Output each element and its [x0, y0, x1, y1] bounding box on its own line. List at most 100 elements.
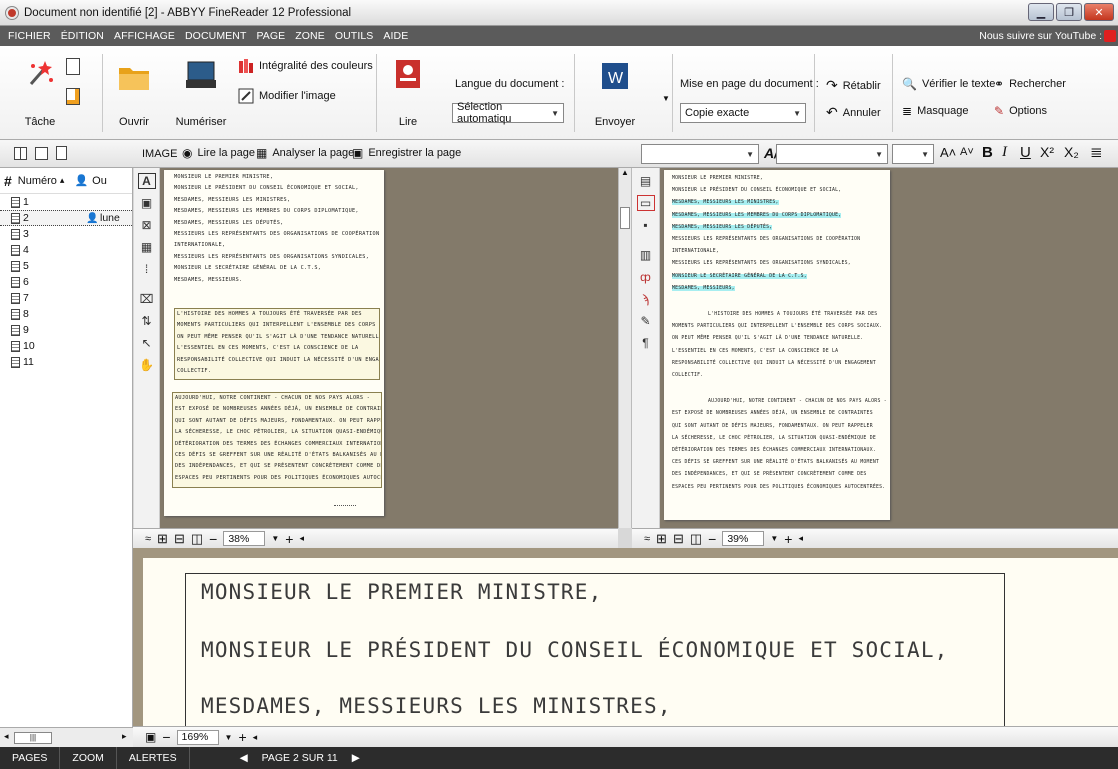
scan-button[interactable]: Numériser	[174, 54, 228, 128]
page-row-4[interactable]: 4	[0, 242, 132, 258]
status-zoom-tab[interactable]: ZOOM	[60, 747, 117, 769]
language-select[interactable]: Sélection automatiqu ▼	[452, 101, 564, 125]
page-row-5[interactable]: 5	[0, 258, 132, 274]
grow-font-icon[interactable]: A˄	[940, 145, 956, 160]
text-line[interactable]: MONSIEUR LE PREMIER MINISTRE,	[672, 176, 763, 181]
save-page-button[interactable]: ▣ Enregistrer la page	[352, 146, 461, 160]
shrink-font-icon[interactable]: A˅	[960, 146, 974, 158]
undo-button[interactable]: ↶ Annuler	[826, 104, 881, 121]
table-area-icon[interactable]: ▦	[138, 239, 156, 255]
text-line[interactable]: MONSIEUR LE PRÉSIDENT DU CONSEIL ÉCONOMI…	[672, 188, 841, 193]
fit-width-icon[interactable]: ⊟	[174, 531, 185, 547]
text-line[interactable]: QUI SONT AUTANT DE DÉFIS MAJEURS, FONDAM…	[672, 424, 873, 429]
scroll-left-icon[interactable]: ◂	[299, 533, 304, 544]
page-row-10[interactable]: 10	[0, 338, 132, 354]
text-pane[interactable]: MONSIEUR LE PREMIER MINISTRE, MONSIEUR LE…	[660, 168, 1118, 528]
read-button[interactable]: Lire	[386, 54, 430, 128]
text-line[interactable]: MESDAMES, MESSIEURS LES MINISTRES,	[672, 200, 779, 206]
status-pages-tab[interactable]: PAGES	[0, 747, 61, 769]
page-frame-icon[interactable]: ▭	[636, 195, 655, 211]
zoom-out-icon[interactable]: −	[708, 531, 716, 547]
text-line[interactable]: ON PEUT MÊME PENSER QU'IL S'AGIT LÀ D'UN…	[672, 336, 863, 341]
page-row-7[interactable]: 7	[0, 290, 132, 306]
scroll-left-icon[interactable]: ◂	[4, 731, 9, 742]
masking-button[interactable]: ≣ Masquage	[902, 104, 968, 118]
reorder-icon[interactable]: ⇅	[138, 313, 156, 329]
text-line[interactable]: EST EXPOSÉ DE NOMBREUSES ANNÉES DÉJÀ, UN…	[672, 411, 873, 416]
text-zoom-select[interactable]: 39%	[722, 531, 765, 546]
text-line[interactable]: MESDAMES, MESSIEURS LES MEMBRES DU CORPS…	[672, 212, 842, 218]
text-line[interactable]: ESPACES PEU PERTINENTS POUR DES POLITIQU…	[672, 485, 885, 490]
chevron-down-icon[interactable]: ▼	[271, 534, 279, 543]
page-row-8[interactable]: 8	[0, 306, 132, 322]
zoom-in-icon[interactable]: +	[238, 729, 246, 745]
text-line[interactable]: MONSIEUR LE SECRÉTAIRE GÉNÉRAL DE LA C.T…	[672, 273, 807, 279]
verify-icon[interactable]: ϡ	[637, 291, 655, 307]
zoom-out-icon[interactable]: −	[209, 531, 217, 547]
background-picture-icon[interactable]: ⊠	[138, 217, 156, 233]
text-line[interactable]: MESSIEURS LES REPRÉSENTANTS DES ORGANISA…	[672, 237, 860, 242]
minimize-button[interactable]: ▁	[1028, 3, 1054, 21]
save-text-icon[interactable]: ▪	[637, 217, 655, 233]
text-line[interactable]: MESDAMES, MESSIEURS LES DÉPUTÉS,	[672, 224, 773, 230]
page-row-6[interactable]: 6	[0, 274, 132, 290]
bold-icon[interactable]: B	[982, 144, 993, 161]
text-line[interactable]: CES DÉFIS SE GREFFENT SUR UNE RÉALITÉ D'…	[672, 460, 879, 465]
actual-size-icon[interactable]: ◫	[191, 531, 203, 547]
zoom-pane[interactable]: MONSIEUR LE PREMIER MINISTRE, MONSIEUR L…	[133, 548, 1118, 733]
detail-view-icon[interactable]	[35, 147, 48, 160]
barcode-area-icon[interactable]: ⁞	[138, 261, 156, 277]
text-line[interactable]: COLLECTIF.	[672, 373, 703, 378]
youtube-icon[interactable]	[1104, 30, 1116, 42]
edit-image-button[interactable]: Modifier l'image	[238, 88, 336, 104]
pages-horizontal-scrollbar[interactable]: ◂ ||| ▸	[0, 727, 133, 747]
collapse-icon[interactable]: ≈	[145, 533, 151, 545]
spell-icon[interactable]: ȹ	[637, 269, 655, 285]
chevron-down-icon[interactable]: ▼	[225, 733, 233, 742]
scroll-thumb[interactable]: |||	[14, 732, 52, 744]
zoom-in-icon[interactable]: +	[784, 531, 792, 547]
scroll-left-icon[interactable]: ◂	[798, 533, 803, 544]
superscript-icon[interactable]: X²	[1040, 144, 1054, 160]
style-select[interactable]: ▼	[641, 144, 759, 164]
prev-page-icon[interactable]: ◀	[240, 752, 248, 764]
image-zoom-select[interactable]: 38%	[223, 531, 266, 546]
verify-text-button[interactable]: 🔍 Vérifier le texte	[902, 77, 995, 91]
subscript-icon[interactable]: X₂	[1064, 144, 1079, 160]
text-area-icon[interactable]: A	[137, 173, 156, 189]
paragraph-icon[interactable]: ¶	[637, 335, 655, 351]
menu-page[interactable]: PAGE	[256, 30, 285, 42]
delete-area-icon[interactable]: ⌧	[138, 291, 156, 307]
image-pane[interactable]: MONSIEUR LE PREMIER MINISTRE, MONSIEUR LE…	[160, 168, 618, 528]
zoom-out-icon[interactable]: −	[162, 729, 170, 745]
close-button[interactable]: ✕	[1084, 3, 1114, 21]
read-page-button[interactable]: ◉ Lire la page	[182, 146, 255, 160]
scroll-thumb[interactable]	[620, 207, 630, 229]
page-row-2[interactable]: 2 👤 lune	[0, 210, 132, 226]
menu-affichage[interactable]: AFFICHAGE	[114, 30, 175, 42]
text-line[interactable]: MESSIEURS LES REPRÉSENTANTS DES ORGANISA…	[672, 261, 851, 266]
pointer-icon[interactable]: ↖	[138, 335, 156, 351]
italic-icon[interactable]: I	[1002, 144, 1007, 161]
picture-area-icon[interactable]: ▣	[138, 195, 156, 211]
layout-select[interactable]: Copie exacte ▼	[680, 103, 806, 123]
image-view-icon[interactable]: ▤	[637, 173, 655, 189]
text-line[interactable]: L'HISTOIRE DES HOMMES A TOUJOURS ÉTÉ TRA…	[708, 312, 877, 317]
scroll-left-icon[interactable]: ◂	[253, 732, 258, 743]
convert-icon[interactable]	[66, 88, 80, 105]
text-line[interactable]: INTERNATIONALE,	[672, 249, 719, 254]
next-page-icon[interactable]: ▶	[352, 752, 360, 764]
hand-icon[interactable]: ✋	[138, 357, 156, 373]
thumbnail-view-icon[interactable]	[14, 147, 27, 160]
text-line[interactable]: MESDAMES, MESSIEURS,	[672, 285, 735, 291]
menu-fichier[interactable]: FICHIER	[8, 30, 51, 42]
scroll-right-icon[interactable]: ▸	[122, 731, 127, 742]
task-button[interactable]: Tâche	[18, 54, 62, 128]
redo-button[interactable]: ↷ Rétablir	[826, 77, 881, 94]
page-row-1[interactable]: 1	[0, 194, 132, 210]
sort-icon[interactable]: ▴	[60, 175, 65, 186]
menu-aide[interactable]: AIDE	[383, 30, 408, 42]
text-line[interactable]: AUJOURD'HUI, NOTRE CONTINENT - CHACUN DE…	[708, 399, 887, 404]
text-line[interactable]: DES INDÉPENDANCES, ET QUI SE PRÉSENTENT …	[672, 472, 867, 477]
underline-icon[interactable]: U	[1020, 144, 1031, 161]
